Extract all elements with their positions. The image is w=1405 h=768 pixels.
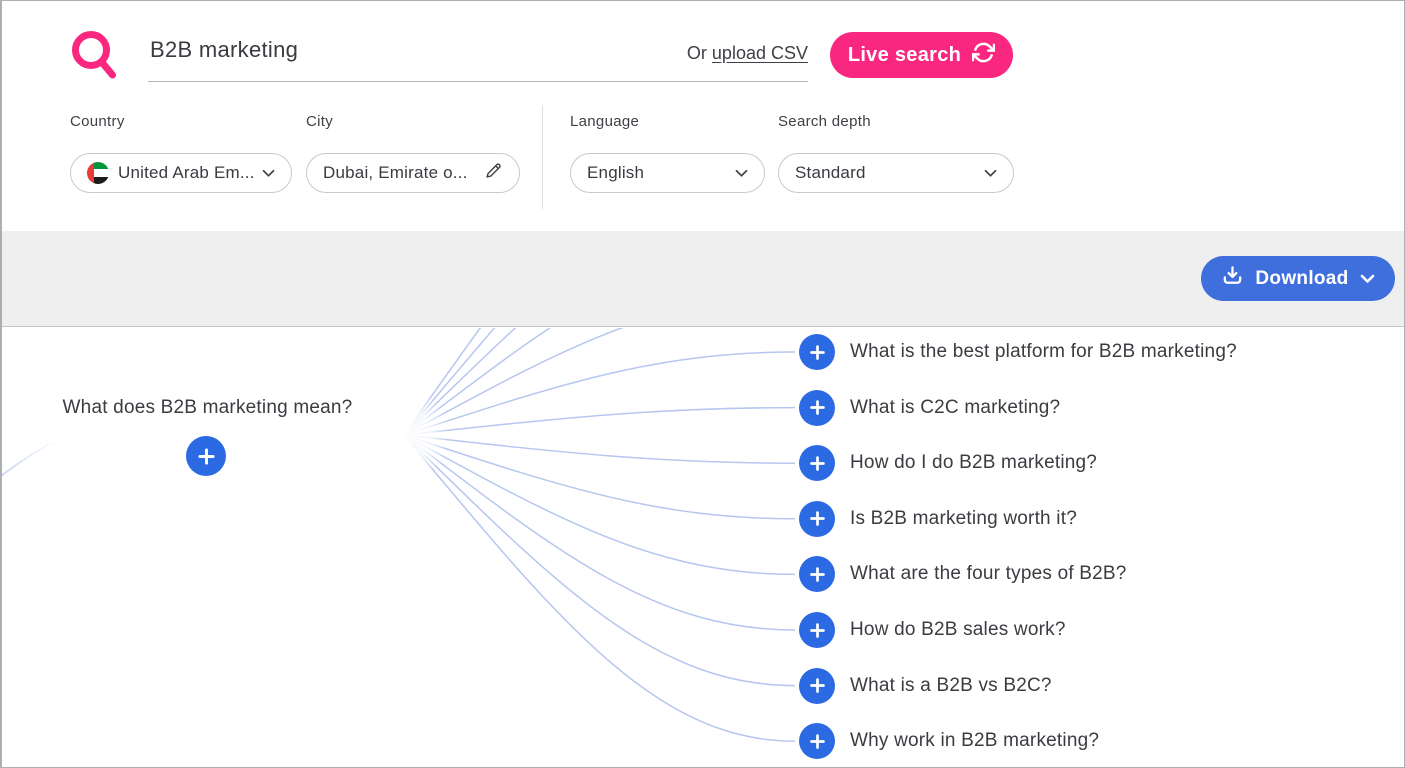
uae-flag-icon <box>87 162 109 184</box>
language-value: English <box>587 163 726 183</box>
question-node: What is a B2B vs B2C? <box>799 668 1052 704</box>
mindmap-canvas[interactable]: What does B2B marketing mean? What is th… <box>2 328 1405 768</box>
question-node: How do I do B2B marketing? <box>799 445 1097 481</box>
connector-lines <box>2 328 1405 768</box>
search-depth-value: Standard <box>795 163 975 183</box>
expand-question-button[interactable] <box>799 668 835 704</box>
upload-csv-link[interactable]: upload CSV <box>712 43 808 63</box>
connector-line <box>404 328 795 435</box>
connector-line <box>404 435 795 741</box>
question-label: What is the best platform for B2B market… <box>850 341 1237 363</box>
connector-line <box>404 328 795 435</box>
parent-connector-stub <box>2 441 56 481</box>
question-label: What is a B2B vs B2C? <box>850 675 1052 697</box>
city-value: Dubai, Emirate o... <box>323 163 475 183</box>
search-depth-select[interactable]: Standard <box>778 153 1014 193</box>
expand-question-button[interactable] <box>799 612 835 648</box>
chevron-down-icon <box>984 163 997 183</box>
question-node: Why work in B2B marketing? <box>799 723 1099 759</box>
question-node: How do B2B sales work? <box>799 612 1066 648</box>
root-question-label: What does B2B marketing mean? <box>50 397 365 419</box>
question-node: What is the best platform for B2B market… <box>799 334 1237 370</box>
country-value: United Arab Em... <box>118 163 253 183</box>
results-toolbar: Download <box>2 231 1404 327</box>
search-depth-label: Search depth <box>778 113 871 130</box>
question-label: How do B2B sales work? <box>850 619 1066 641</box>
download-label: Download <box>1255 268 1348 290</box>
upload-csv: Or upload CSV <box>677 43 808 64</box>
expand-question-button[interactable] <box>799 445 835 481</box>
download-icon <box>1221 264 1244 293</box>
filter-city: City Dubai, Emirate o... <box>306 113 333 130</box>
city-label: City <box>306 113 333 130</box>
country-label: Country <box>70 113 125 130</box>
question-label: What are the four types of B2B? <box>850 563 1127 585</box>
expand-question-button[interactable] <box>799 390 835 426</box>
filters-divider <box>542 105 543 209</box>
language-label: Language <box>570 113 639 130</box>
connector-line <box>404 435 795 686</box>
connector-line <box>404 435 795 519</box>
or-text: Or <box>687 43 707 63</box>
city-select[interactable]: Dubai, Emirate o... <box>306 153 520 193</box>
expand-question-button[interactable] <box>799 334 835 370</box>
connector-line <box>404 408 795 435</box>
connector-line <box>404 435 795 463</box>
search-underline <box>148 81 808 82</box>
filter-search-depth: Search depth Standard <box>778 113 871 130</box>
pencil-icon <box>484 161 503 185</box>
live-search-button[interactable]: Live search <box>830 32 1013 78</box>
question-label: How do I do B2B marketing? <box>850 452 1097 474</box>
expand-question-button[interactable] <box>799 556 835 592</box>
expand-question-button[interactable] <box>799 723 835 759</box>
filter-language: Language English <box>570 113 639 130</box>
filter-country: Country United Arab Em... <box>70 113 125 130</box>
connector-line <box>404 328 795 435</box>
search-icon <box>68 29 120 88</box>
question-label: Is B2B marketing worth it? <box>850 508 1077 530</box>
download-button[interactable]: Download <box>1201 256 1395 301</box>
sync-icon <box>972 41 995 70</box>
search-header: B2B marketing Or upload CSV Live search … <box>2 1 1404 231</box>
chevron-down-icon <box>735 163 748 183</box>
fan-origin-fade <box>357 388 451 482</box>
country-select[interactable]: United Arab Em... <box>70 153 292 193</box>
connector-line <box>404 435 795 630</box>
question-node: Is B2B marketing worth it? <box>799 501 1077 537</box>
expand-root-button[interactable] <box>186 436 226 476</box>
chevron-down-icon <box>262 163 275 183</box>
question-label: Why work in B2B marketing? <box>850 730 1099 752</box>
question-label: What is C2C marketing? <box>850 397 1060 419</box>
connector-line <box>404 328 795 435</box>
chevron-down-icon <box>1360 268 1375 290</box>
connector-line <box>404 328 795 435</box>
question-node: What is C2C marketing? <box>799 390 1060 426</box>
expand-question-button[interactable] <box>799 501 835 537</box>
question-node: What are the four types of B2B? <box>799 556 1127 592</box>
language-select[interactable]: English <box>570 153 765 193</box>
live-search-label: Live search <box>848 44 961 67</box>
keyword-research-app: B2B marketing Or upload CSV Live search … <box>0 0 1405 768</box>
